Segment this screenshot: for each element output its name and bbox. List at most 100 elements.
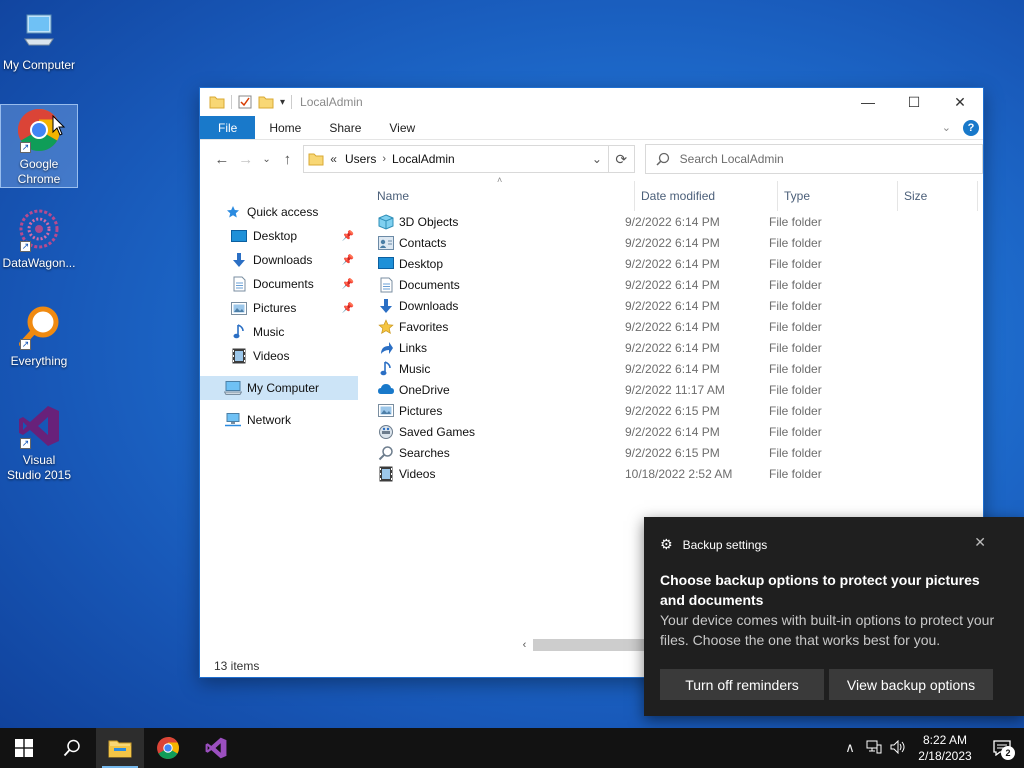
start-button[interactable] <box>0 728 48 768</box>
properties-icon[interactable] <box>238 95 252 109</box>
up-button[interactable]: ↑ <box>275 151 299 168</box>
nav-item-pictures[interactable]: Pictures 📌 <box>200 296 358 320</box>
pin-icon[interactable]: 📌 <box>342 231 354 242</box>
file-row[interactable]: Searches 9/2/2022 6:15 PM File folder <box>358 442 983 463</box>
minimize-button[interactable]: — <box>845 88 891 116</box>
file-row[interactable]: Documents 9/2/2022 6:14 PM File folder <box>358 274 983 295</box>
file-row[interactable]: Pictures 9/2/2022 6:15 PM File folder <box>358 400 983 421</box>
file-name: Documents <box>399 277 460 292</box>
file-row[interactable]: Links 9/2/2022 6:14 PM File folder <box>358 337 983 358</box>
breadcrumb-overflow[interactable]: « <box>330 152 337 166</box>
nav-item-downloads[interactable]: Downloads 📌 <box>200 248 358 272</box>
desktop-icon-my-computer[interactable]: My Computer <box>0 6 78 73</box>
pin-icon[interactable]: 📌 <box>342 279 354 290</box>
desktop-icon-google-chrome[interactable]: ↗ Google Chrome <box>0 104 78 188</box>
file-row[interactable]: Downloads 9/2/2022 6:14 PM File folder <box>358 295 983 316</box>
file-type: File folder <box>769 214 822 229</box>
volume-icon[interactable] <box>886 739 910 757</box>
toast-close-button[interactable]: ✕ <box>974 534 986 551</box>
forward-button[interactable]: → <box>234 151 258 168</box>
file-type: File folder <box>769 277 822 292</box>
nav-item-music[interactable]: Music <box>200 320 358 344</box>
back-button[interactable]: ← <box>210 151 234 168</box>
clock-date: 2/18/2023 <box>918 749 972 763</box>
new-folder-icon[interactable] <box>258 95 274 109</box>
close-button[interactable]: ✕ <box>937 88 983 116</box>
taskbar: ∧ 8:22 AM 2/18/2023 2 <box>0 728 1024 768</box>
taskbar-visual-studio[interactable] <box>192 728 240 768</box>
nav-item-documents[interactable]: Documents 📌 <box>200 272 358 296</box>
file-row[interactable]: Favorites 9/2/2022 6:14 PM File folder <box>358 316 983 337</box>
view-backup-options-button[interactable]: View backup options <box>829 669 993 700</box>
help-icon[interactable]: ? <box>963 119 979 136</box>
column-header-name[interactable]: Name <box>358 181 634 211</box>
desktop-icon <box>230 228 248 244</box>
nav-item-my-computer[interactable]: My Computer <box>200 376 358 400</box>
address-dropdown-button[interactable]: ⌄ <box>586 152 608 166</box>
nav-item-network[interactable]: Network <box>200 408 358 432</box>
mouse-cursor-icon <box>52 115 66 136</box>
file-row[interactable]: Music 9/2/2022 6:14 PM File folder <box>358 358 983 379</box>
search-box[interactable] <box>644 144 984 174</box>
breadcrumb-users[interactable]: Users <box>345 152 376 166</box>
my-computer-icon <box>14 6 64 56</box>
pin-icon[interactable]: 📌 <box>342 303 354 314</box>
file-row[interactable]: Videos 10/18/2022 2:52 AM File folder <box>358 463 983 484</box>
nav-item-desktop[interactable]: Desktop 📌 <box>200 224 358 248</box>
downloads-icon <box>378 298 394 314</box>
tab-view[interactable]: View <box>375 116 429 139</box>
file-row[interactable]: 3D Objects 9/2/2022 6:14 PM File folder <box>358 211 983 232</box>
search-button[interactable] <box>48 728 96 768</box>
expand-ribbon-icon[interactable]: ⌄ <box>942 121 951 134</box>
turn-off-reminders-button[interactable]: Turn off reminders <box>660 669 824 700</box>
column-header-date-modified[interactable]: Date modified <box>634 181 778 211</box>
pin-icon[interactable]: 📌 <box>342 255 354 266</box>
onedrive-icon <box>378 382 394 398</box>
search-input[interactable] <box>679 152 960 166</box>
clock[interactable]: 8:22 AM 2/18/2023 <box>910 732 980 764</box>
file-name: Desktop <box>399 256 444 271</box>
nav-item-videos[interactable]: Videos <box>200 344 358 368</box>
taskbar-file-explorer[interactable] <box>96 728 144 768</box>
tab-file[interactable]: File <box>200 116 256 139</box>
file-row[interactable]: Desktop 9/2/2022 6:14 PM File folder <box>358 253 983 274</box>
address-bar[interactable]: « Users › LocalAdmin ⌄ <box>303 145 609 173</box>
breadcrumb-localadmin[interactable]: LocalAdmin <box>392 152 455 166</box>
file-name: 3D Objects <box>399 214 459 229</box>
network-icon[interactable] <box>862 740 886 757</box>
file-row[interactable]: Saved Games 9/2/2022 6:14 PM File folder <box>358 421 983 442</box>
file-name: OneDrive <box>399 382 450 397</box>
file-date-modified: 9/2/2022 6:14 PM <box>625 361 720 376</box>
tab-share[interactable]: Share <box>315 116 375 139</box>
recent-locations-button[interactable]: ⌄ <box>258 154 276 165</box>
chevron-right-icon[interactable]: › <box>382 153 386 165</box>
refresh-button[interactable]: ⟳ <box>608 145 635 173</box>
desktop-icon-datawagon[interactable]: ↗ DataWagon... <box>0 204 78 271</box>
tab-home[interactable]: Home <box>255 116 315 139</box>
chrome-icon <box>157 737 179 759</box>
nav-item-quick-access[interactable]: Quick access <box>200 200 358 224</box>
contacts-icon <box>378 235 394 251</box>
toast-app-name: Backup settings <box>682 537 768 552</box>
nav-item-label: Music <box>253 325 285 339</box>
my-computer-icon <box>224 380 242 396</box>
column-header-type[interactable]: Type <box>778 181 898 211</box>
network-icon <box>224 412 242 428</box>
file-explorer-icon <box>108 740 132 758</box>
file-date-modified: 9/2/2022 6:14 PM <box>625 277 720 292</box>
column-header-size[interactable]: Size <box>898 181 978 211</box>
scroll-left-icon[interactable]: ‹ <box>516 639 533 651</box>
customize-toolbar-icon[interactable]: ▾ <box>280 97 285 108</box>
desktop-icon-everything[interactable]: ↗ Everything <box>0 302 78 369</box>
file-date-modified: 9/2/2022 6:14 PM <box>625 235 720 250</box>
toast-body: Your device comes with built-in options … <box>660 612 995 648</box>
file-row[interactable]: Contacts 9/2/2022 6:14 PM File folder <box>358 232 983 253</box>
taskbar-chrome[interactable] <box>144 728 192 768</box>
file-date-modified: 9/2/2022 6:15 PM <box>625 445 720 460</box>
maximize-button[interactable]: ☐ <box>891 88 937 116</box>
action-center-button[interactable]: 2 <box>980 728 1024 768</box>
nav-item-label: Documents <box>253 277 314 291</box>
show-hidden-icons-icon[interactable]: ∧ <box>838 740 862 756</box>
desktop-icon-visual-studio[interactable]: ↗ Visual Studio 2015 <box>0 401 78 483</box>
file-row[interactable]: OneDrive 9/2/2022 11:17 AM File folder <box>358 379 983 400</box>
